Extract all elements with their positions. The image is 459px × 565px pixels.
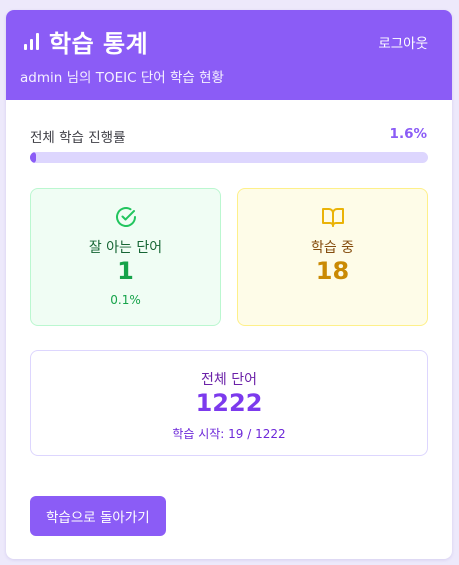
- book-open-icon: [238, 205, 427, 229]
- learning-words-card: 학습 중 18: [237, 188, 428, 326]
- total-words-count: 1222: [195, 389, 263, 417]
- check-circle-icon: [31, 205, 220, 229]
- page-subtitle: admin 님의 TOEIC 단어 학습 현황: [20, 70, 224, 86]
- study-started-text: 학습 시작: 19 / 1222: [172, 427, 286, 441]
- progress-bar-fill: [30, 152, 37, 163]
- bar-chart-icon: [24, 32, 39, 50]
- stats-card: 학습 통계 로그아웃 admin 님의 TOEIC 단어 학습 현황 전체 학습…: [6, 10, 452, 559]
- title-row: 학습 통계: [24, 26, 149, 58]
- learning-words-label: 학습 중: [310, 240, 355, 256]
- total-words-card: 전체 단어 1222 학습 시작: 19 / 1222: [30, 350, 428, 456]
- known-words-card: 잘 아는 단어 1 0.1%: [30, 188, 221, 326]
- known-words-percent: 0.1%: [110, 293, 141, 307]
- progress-percent: 1.6%: [389, 126, 427, 142]
- learning-words-count: 18: [315, 257, 350, 285]
- total-words-label: 전체 단어: [201, 372, 257, 388]
- known-words-label: 잘 아는 단어: [88, 240, 163, 256]
- stats-header: 학습 통계 로그아웃 admin 님의 TOEIC 단어 학습 현황: [6, 10, 452, 100]
- progress-bar: [30, 152, 428, 163]
- back-to-study-button[interactable]: 학습으로 돌아가기: [30, 496, 166, 536]
- logout-button[interactable]: 로그아웃: [378, 32, 428, 52]
- page-title: 학습 통계: [49, 29, 149, 58]
- progress-label: 전체 학습 진행률: [30, 130, 126, 146]
- known-words-count: 1: [117, 257, 134, 285]
